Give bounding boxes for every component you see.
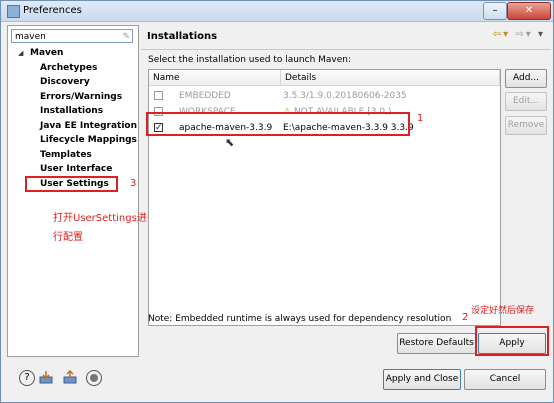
installations-table: Name Details EMBEDDED 3.5.3/1.9.0.201806… (148, 69, 501, 326)
minimize-button[interactable]: – (483, 2, 507, 20)
tree-item-label: Maven (30, 48, 64, 58)
table-row[interactable]: EMBEDDED 3.5.3/1.9.0.20180606-2035 (149, 88, 500, 104)
cancel-button[interactable]: Cancel (464, 369, 546, 390)
view-menu-icon[interactable]: ▾ (538, 29, 545, 40)
column-header-details[interactable]: Details (281, 70, 500, 86)
remove-button[interactable]: Remove (505, 116, 547, 135)
annotation-open-settings-2: 行配置 (53, 232, 83, 243)
filter-input[interactable]: maven ✎ (11, 29, 133, 43)
tree-item-user-interface[interactable]: User Interface (12, 162, 136, 177)
window-title: Preferences (23, 5, 82, 16)
record-icon[interactable] (86, 370, 102, 386)
tree-item-templates[interactable]: Templates (12, 148, 136, 163)
export-icon[interactable] (63, 369, 77, 384)
annotation-save-note: 设定好然后保存 (471, 306, 535, 316)
tree-item-lifecycle-mappings[interactable]: Lifecycle Mappings (12, 133, 137, 148)
installation-name: EMBEDDED (179, 91, 231, 101)
collapse-arrow-icon[interactable]: ◢ (18, 46, 23, 61)
restore-defaults-button[interactable]: Restore Defaults (397, 333, 476, 354)
close-button[interactable]: ✕ (507, 2, 551, 20)
tree-item-discovery[interactable]: Discovery (12, 75, 136, 90)
help-icon[interactable]: ? (19, 370, 35, 386)
add-button[interactable]: Add... (505, 69, 547, 88)
preferences-window: Preferences – ✕ maven ✎ ◢ Maven Archetyp… (0, 0, 554, 403)
tree-item-installations[interactable]: Installations (12, 104, 136, 119)
annotation-open-settings-1: 打开UserSettings进 (53, 213, 147, 224)
highlight-user-settings (25, 176, 118, 192)
annotation-number-2: 2 (462, 312, 469, 323)
history-nav[interactable]: ⇦▾ ⇨▾ ▾ (493, 29, 545, 40)
column-header-name[interactable]: Name (149, 70, 281, 86)
page-description: Select the installation used to launch M… (148, 55, 352, 65)
back-arrow-icon[interactable]: ⇦▾ (493, 29, 510, 40)
highlight-maven-row (146, 112, 410, 136)
clear-filter-icon[interactable]: ✎ (122, 30, 130, 44)
mouse-cursor-icon: ⬉ (225, 136, 235, 149)
tree-item-maven[interactable]: ◢ Maven (12, 46, 136, 61)
annotation-number-1: 1 (417, 113, 424, 124)
row-checkbox[interactable] (154, 91, 163, 100)
eclipse-icon (7, 5, 20, 18)
tree-item-java-ee-integration[interactable]: Java EE Integration (12, 119, 137, 134)
filter-value: maven (15, 32, 46, 42)
tree-item-archetypes[interactable]: Archetypes (12, 61, 136, 76)
highlight-apply (475, 326, 549, 356)
preference-tree: ◢ Maven Archetypes Discovery Errors/Warn… (12, 46, 137, 191)
annotation-number-3: 3 (130, 178, 137, 189)
import-icon[interactable] (39, 370, 53, 384)
divider (141, 49, 551, 50)
title-bar: Preferences – ✕ (1, 1, 553, 22)
forward-arrow-icon[interactable]: ⇨▾ (515, 29, 532, 40)
page-title: Installations (147, 31, 218, 42)
edit-button[interactable]: Edit... (505, 92, 547, 111)
installation-details: 3.5.3/1.9.0.20180606-2035 (283, 91, 407, 101)
embedded-runtime-note: Note: Embedded runtime is always used fo… (148, 314, 452, 324)
apply-and-close-button[interactable]: Apply and Close (383, 369, 461, 390)
tree-item-errors-warnings[interactable]: Errors/Warnings (12, 90, 136, 105)
